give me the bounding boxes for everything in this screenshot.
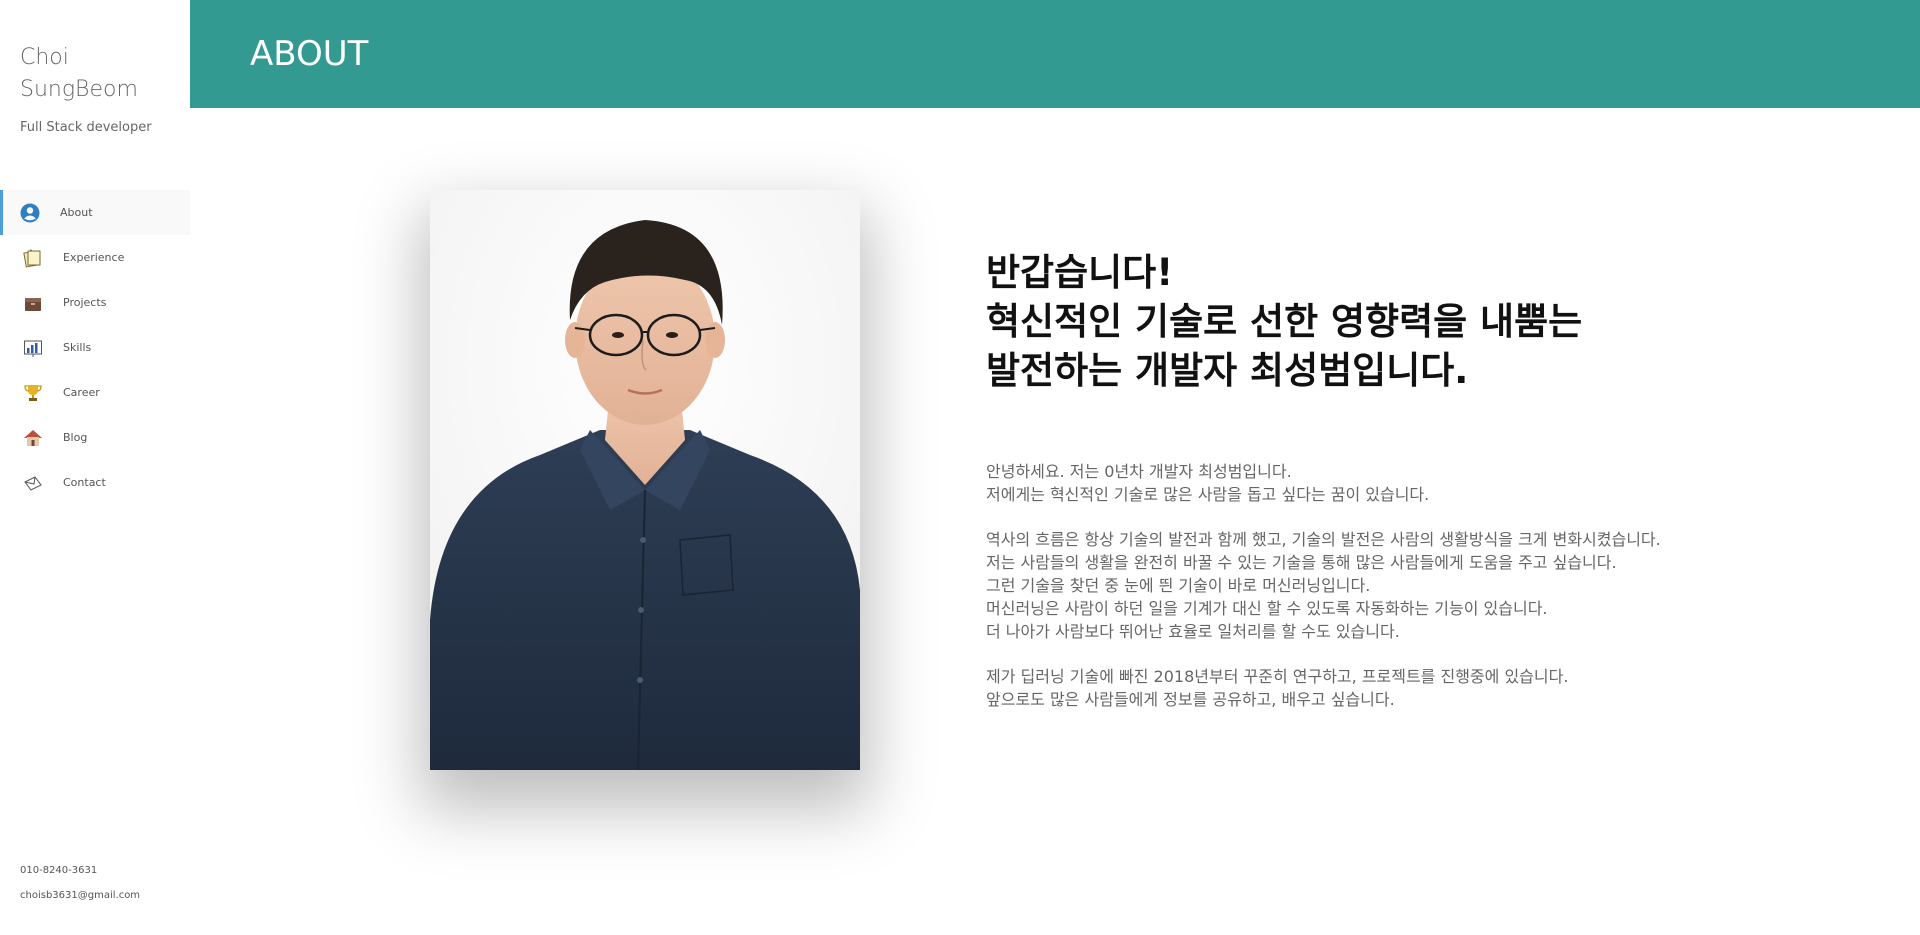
page-header: ABOUT — [190, 0, 1920, 108]
paragraph-line: 제가 딥러닝 기술에 빠진 2018년부터 꾸준히 연구하고, 프로젝트를 진행… — [986, 667, 1569, 686]
sidebar-item-blog[interactable]: Blog — [0, 415, 190, 460]
sidebar-item-label: About — [60, 206, 93, 219]
house-icon — [23, 428, 43, 448]
bar-chart-icon — [23, 338, 43, 358]
brand-name[interactable]: Choi SungBeom — [20, 42, 180, 106]
sidebar-item-career[interactable]: Career — [0, 370, 190, 415]
intro-paragraph: 안녕하세요. 저는 0년차 개발자 최성범입니다. 저에게는 혁신적인 기술로 … — [986, 460, 1886, 506]
sidebar-item-label: Blog — [63, 431, 88, 444]
paragraph-line: 저는 사람들의 생활을 완전히 바꿀 수 있는 기술을 통해 많은 사람들에게 … — [986, 553, 1617, 572]
sidebar-item-projects[interactable]: Projects — [0, 280, 190, 325]
paragraph-line: 저에게는 혁신적인 기술로 많은 사람을 돕고 싶다는 꿈이 있습니다. — [986, 485, 1430, 504]
intro-headline: 반갑습니다! 혁신적인 기술로 선한 영향력을 내뿜는 발전하는 개발자 최성범… — [986, 248, 1786, 395]
sidebar-item-label: Experience — [63, 251, 125, 264]
sidebar-item-about[interactable]: About — [0, 190, 190, 235]
sidebar: Choi SungBeom Full Stack developer About — [0, 0, 190, 935]
brand-subtitle: Full Stack developer — [20, 120, 152, 135]
sidebar-item-experience[interactable]: Experience — [0, 235, 190, 280]
trophy-icon — [23, 383, 43, 403]
user-circle-icon — [20, 203, 40, 223]
paragraph-line: 그런 기술을 찾던 중 눈에 띈 기술이 바로 머신러닝입니다. — [986, 576, 1371, 595]
sidebar-item-label: Skills — [63, 341, 92, 354]
paragraph-line: 안녕하세요. 저는 0년차 개발자 최성범입니다. — [986, 462, 1292, 481]
brand-name-line1: Choi — [20, 45, 69, 70]
intro-paragraph: 제가 딥러닝 기술에 빠진 2018년부터 꾸준히 연구하고, 프로젝트를 진행… — [986, 665, 1886, 711]
contact-phone: 010-8240-3631 — [20, 865, 98, 876]
sidebar-item-label: Contact — [63, 476, 106, 489]
notes-icon — [23, 248, 43, 268]
paragraph-line: 앞으로도 많은 사람들에게 정보를 공유하고, 배우고 싶습니다. — [986, 690, 1395, 709]
sidebar-item-skills[interactable]: Skills — [0, 325, 190, 370]
paragraph-line: 머신러닝은 사람이 하던 일을 기계가 대신 할 수 있도록 자동화하는 기능이… — [986, 599, 1548, 618]
paragraph-line: 역사의 흐름은 항상 기술의 발전과 함께 했고, 기술의 발전은 사람의 생활… — [986, 530, 1661, 549]
sidebar-item-contact[interactable]: Contact — [0, 460, 190, 505]
sidebar-item-label: Career — [63, 386, 100, 399]
intro-body: 안녕하세요. 저는 0년차 개발자 최성범입니다. 저에게는 혁신적인 기술로 … — [986, 460, 1886, 733]
sidebar-nav: About Experience Projects Skills Career … — [0, 190, 190, 505]
contact-email[interactable]: choisb3631@gmail.com — [20, 890, 140, 901]
intro-paragraph: 역사의 흐름은 항상 기술의 발전과 함께 했고, 기술의 발전은 사람의 생활… — [986, 528, 1886, 643]
page-title: ABOUT — [250, 34, 369, 74]
envelope-icon — [23, 473, 43, 493]
headline-line: 반갑습니다! — [986, 251, 1174, 294]
brand-name-line2: SungBeom — [20, 77, 138, 102]
box-icon — [23, 293, 43, 313]
headline-line: 혁신적인 기술로 선한 영향력을 내뿜는 — [986, 300, 1583, 343]
profile-photo — [430, 190, 860, 770]
paragraph-line: 더 나아가 사람보다 뛰어난 효율로 일처리를 할 수도 있습니다. — [986, 622, 1400, 641]
headline-line: 발전하는 개발자 최성범입니다. — [986, 349, 1469, 392]
sidebar-item-label: Projects — [63, 296, 107, 309]
